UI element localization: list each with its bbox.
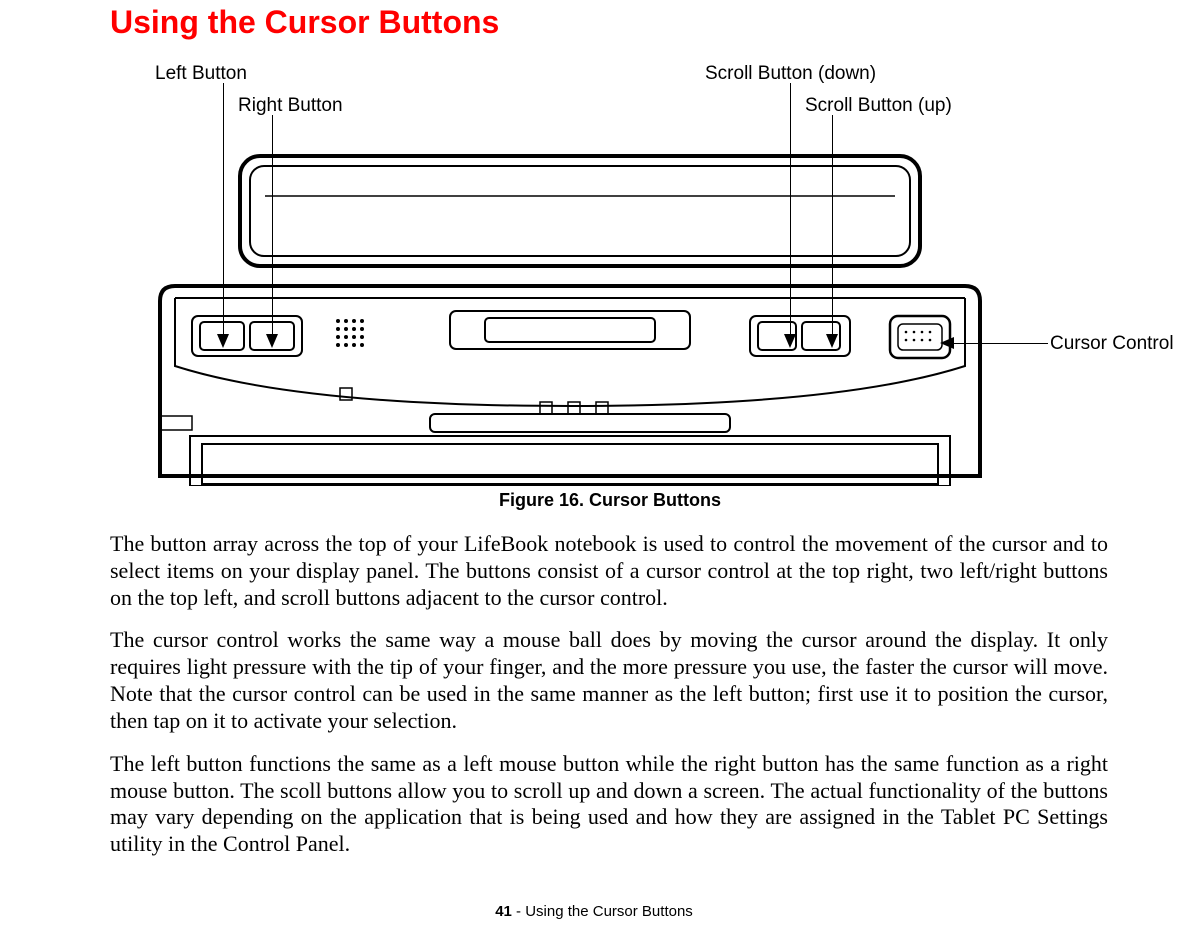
speaker-grille-icon — [336, 319, 364, 347]
left-right-button-cluster — [192, 316, 302, 356]
label-scroll-down: Scroll Button (down) — [705, 63, 876, 85]
label-left-button: Left Button — [155, 63, 247, 85]
paragraph-2: The cursor control works the same way a … — [110, 627, 1108, 734]
body-text: The button array across the top of your … — [110, 531, 1108, 858]
device-illustration — [150, 146, 990, 486]
scroll-button-cluster — [750, 316, 850, 356]
label-cursor-control: Cursor Control — [1050, 333, 1174, 355]
page-title: Using the Cursor Buttons — [110, 4, 1188, 41]
footer-separator: - — [512, 903, 525, 920]
cursor-buttons-diagram: Left Button Right Button Scroll Button (… — [110, 51, 1110, 511]
label-scroll-up: Scroll Button (up) — [805, 95, 952, 117]
paragraph-3: The left button functions the same as a … — [110, 751, 1108, 858]
label-right-button: Right Button — [238, 95, 343, 117]
cursor-control-pad — [890, 316, 950, 358]
page-number: 41 — [495, 903, 512, 920]
paragraph-1: The button array across the top of your … — [110, 531, 1108, 611]
center-latch-icon — [450, 311, 690, 349]
footer-section: Using the Cursor Buttons — [525, 903, 693, 920]
figure-caption: Figure 16. Cursor Buttons — [110, 490, 1110, 511]
page-footer: 41 - Using the Cursor Buttons — [0, 903, 1188, 920]
